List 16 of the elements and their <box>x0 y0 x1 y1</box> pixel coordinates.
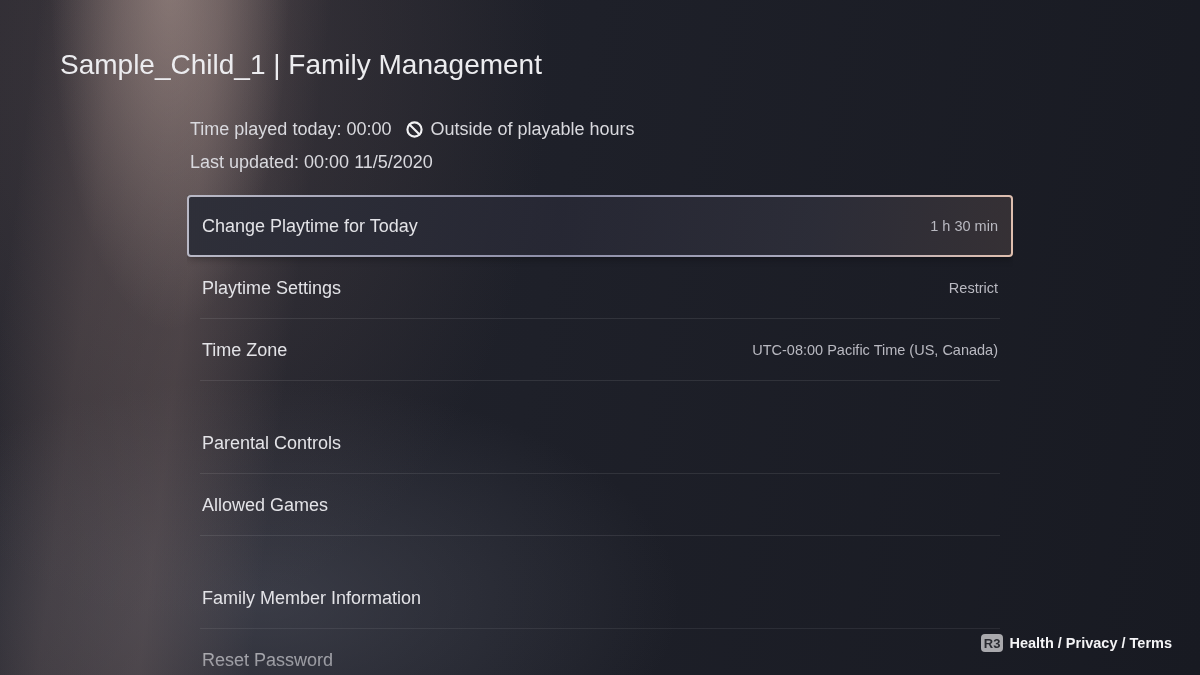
menu-item[interactable]: Playtime Settings Restrict <box>187 257 1013 319</box>
footer-link[interactable]: Health / Privacy / Terms <box>1009 635 1172 651</box>
button-prompt: R3 <box>980 634 1004 652</box>
menu-item-value: 1 h 30 min <box>930 218 998 234</box>
last-updated-text: Last updated: 00:00 11/5/2020 <box>190 152 433 173</box>
menu-item[interactable]: Parental Controls <box>187 412 1013 474</box>
time-played-text: Time played today: 00:00 <box>190 119 392 140</box>
page-title: Sample_Child_1 | Family Management <box>60 48 542 82</box>
menu-item[interactable]: Allowed Games <box>187 474 1013 536</box>
menu-item[interactable]: Family Member Information <box>187 567 1013 629</box>
menu-item[interactable]: Time Zone UTC-08:00 Pacific Time (US, Canada) <box>187 319 1013 381</box>
prohibited-icon <box>406 121 424 138</box>
menu-item-value: UTC-08:00 Pacific Time (US, Canada) <box>752 342 998 358</box>
playable-status-text: Outside of playable hours <box>430 119 635 140</box>
menu-item-value: Restrict <box>948 280 998 296</box>
menu-item[interactable]: Change Playtime for Today 1 h 30 min <box>187 195 1013 257</box>
